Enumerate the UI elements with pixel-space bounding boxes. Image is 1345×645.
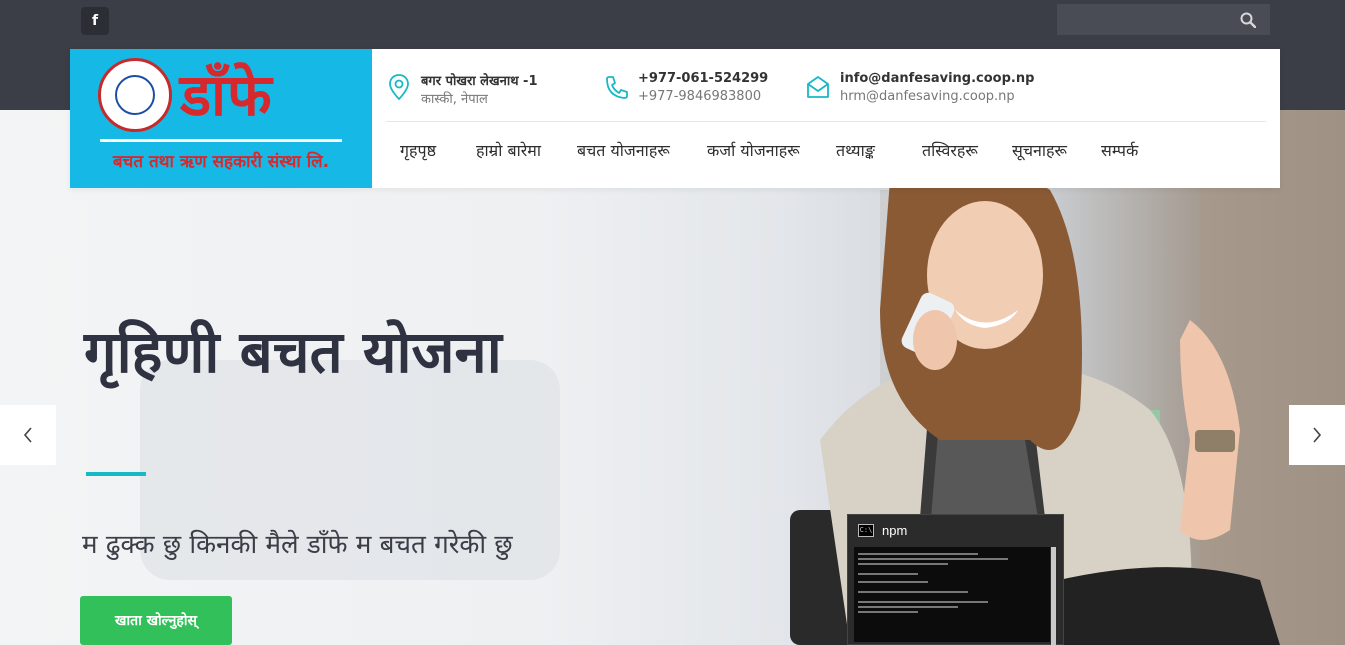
nav-divider — [386, 121, 1266, 122]
search-icon[interactable] — [1240, 12, 1256, 28]
nav-item-savings[interactable]: बचत योजनाहरू — [577, 139, 670, 161]
nav-item-about[interactable]: हाम्रो बारेमा — [476, 139, 541, 161]
hero-tagline: म ढुक्क छु किनकी मैले डाँफे म बचत गरेकी … — [82, 530, 513, 560]
nav-item-statistics[interactable]: तथ्याङ्क — [836, 139, 875, 161]
logo-seal-icon — [98, 58, 172, 132]
logo[interactable]: डाँफे बचत तथा ऋण सहकारी संस्था लि. — [70, 49, 372, 188]
logo-title: डाँफे — [180, 61, 273, 129]
address-line1: बगर पोखरा लेखनाथ -1 — [421, 74, 538, 89]
npm-window-title: npm — [882, 523, 908, 538]
chevron-right-icon — [1313, 427, 1322, 443]
map-pin-icon — [389, 74, 409, 101]
terminal-output — [854, 547, 1050, 642]
nav-item-notices[interactable]: सूचनाहरू — [1012, 139, 1067, 161]
phone-line1[interactable]: +977-061-524299 — [638, 71, 768, 86]
open-account-button[interactable]: खाता खोल्नुहोस् — [80, 596, 232, 645]
slider-next-button[interactable] — [1289, 405, 1345, 465]
phone-icon — [606, 76, 628, 99]
hero-title: गृहिणी बचत योजना — [84, 318, 502, 386]
phone-line2[interactable]: +977-9846983800 — [638, 89, 761, 104]
facebook-label: f — [91, 13, 99, 29]
facebook-icon[interactable]: f — [81, 7, 109, 35]
hero-title-underline — [86, 472, 146, 476]
nav-item-gallery[interactable]: तस्विरहरू — [922, 139, 978, 161]
email-line1[interactable]: info@danfesaving.coop.np — [840, 71, 1034, 86]
envelope-icon — [807, 76, 829, 98]
terminal-scrollbar[interactable] — [1051, 547, 1056, 645]
nav-item-loans[interactable]: कर्जा योजनाहरू — [707, 139, 800, 161]
chevron-left-icon — [23, 427, 32, 443]
slider-prev-button[interactable] — [0, 405, 56, 465]
search-input[interactable] — [1057, 4, 1237, 35]
email-line2[interactable]: hrm@danfesaving.coop.np — [840, 89, 1015, 104]
terminal-icon: C:\ — [858, 524, 874, 537]
nav-item-home[interactable]: गृहपृष्ठ — [400, 139, 436, 161]
header-card: डाँफे बचत तथा ऋण सहकारी संस्था लि. बगर प… — [70, 49, 1280, 188]
search-box — [1057, 4, 1270, 35]
logo-subtitle: बचत तथा ऋण सहकारी संस्था लि. — [112, 152, 330, 172]
npm-terminal-window[interactable]: C:\ npm — [847, 514, 1064, 645]
address-line2: कास्की, नेपाल — [421, 92, 488, 107]
nav-item-contact[interactable]: सम्पर्क — [1101, 139, 1138, 161]
logo-divider — [100, 139, 342, 142]
